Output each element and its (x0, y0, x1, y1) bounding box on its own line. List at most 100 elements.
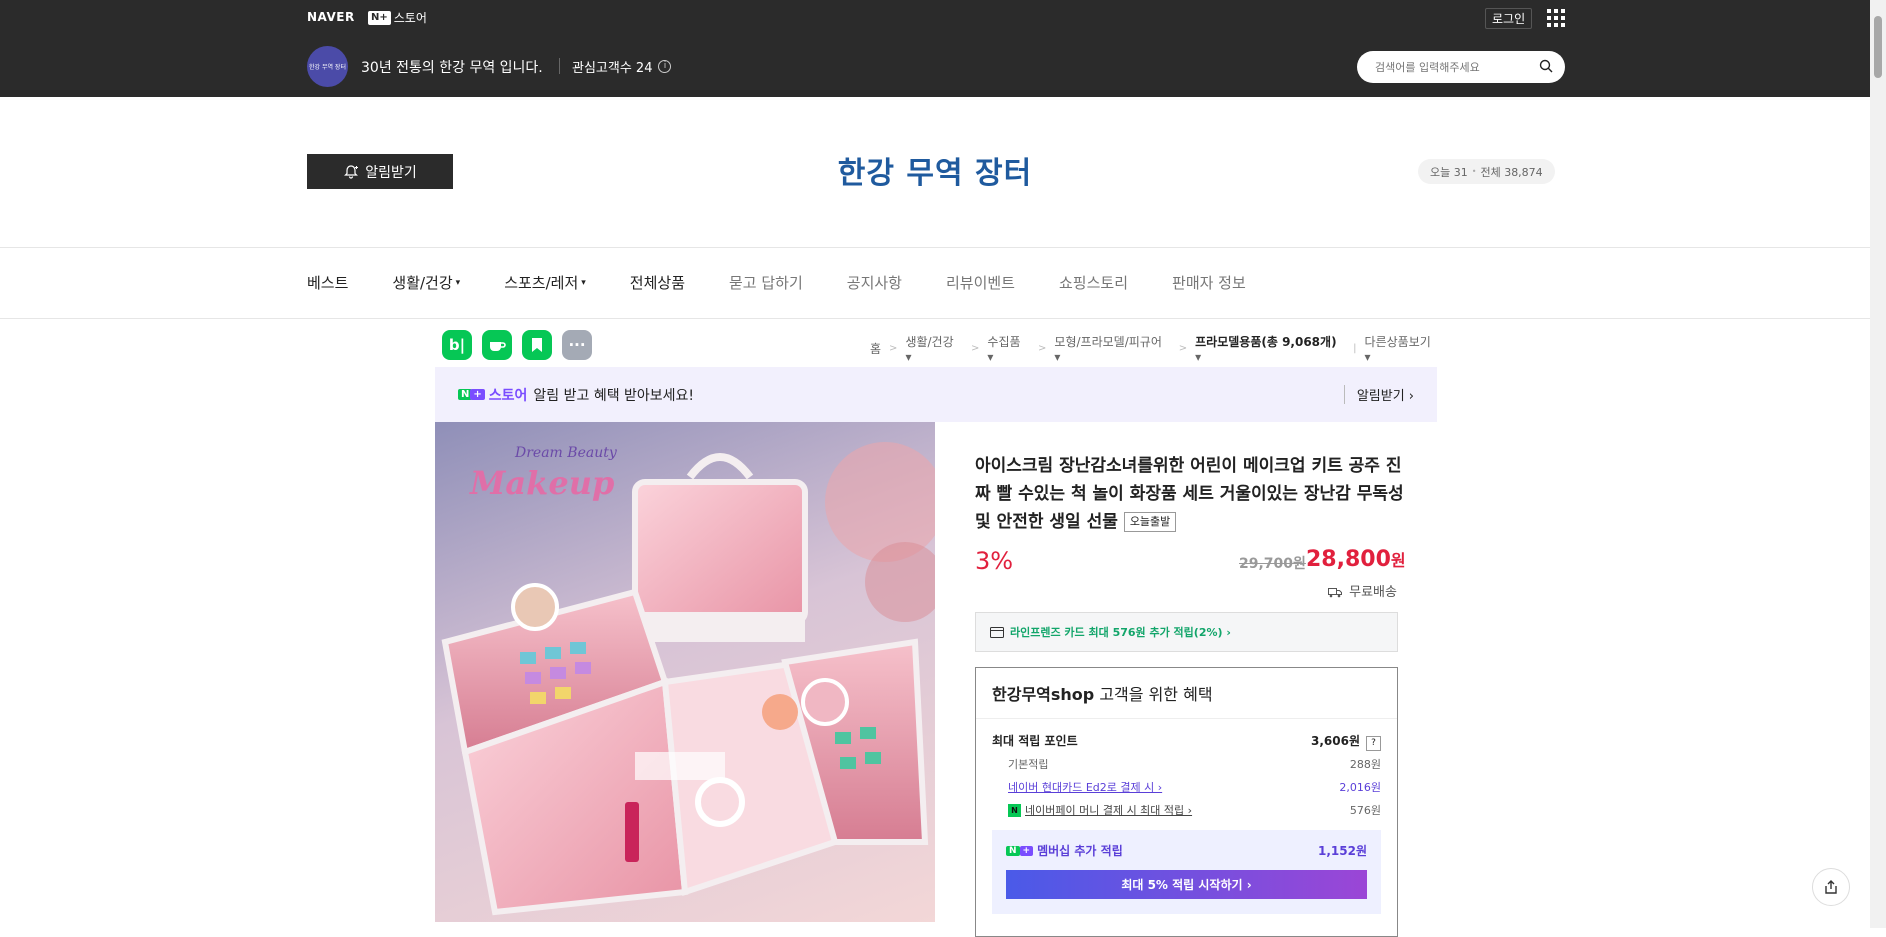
nav-item-sports-leisure[interactable]: 스포츠/레저 ▾ (504, 272, 586, 293)
store-name[interactable]: 30년 전통의 한강 무역 입니다. (361, 57, 543, 77)
breadcrumb-home[interactable]: 홈 (870, 340, 881, 357)
store-logo[interactable]: 한강 무역 장터 (0, 148, 1870, 192)
max-points-label: 최대 적립 포인트 (992, 734, 1078, 748)
hyundai-card-link[interactable]: 네이버 현대카드 Ed2로 결제 시 › (1008, 779, 1162, 795)
benefit-title: 한강무역shop 고객을 위한 혜택 (976, 668, 1397, 719)
notify-banner: N + 스토어 알림 받고 혜택 받아보세요! 알림받기 › (435, 367, 1437, 422)
basic-points-value: 288원 (1349, 758, 1381, 771)
breadcrumb-models[interactable]: 모형/프라모델/피규어 ▾ (1054, 333, 1170, 364)
nav-label: 리뷰이벤트 (945, 274, 1015, 292)
benefit-title-suffix: 고객을 위한 혜택 (1094, 685, 1213, 704)
visits-total: 전체 38,874 (1480, 165, 1543, 179)
chevron-down-icon: ▾ (581, 277, 586, 288)
discount-rate: 3% (975, 547, 1014, 575)
bookmark-share-icon[interactable] (522, 330, 552, 360)
search-input[interactable] (1375, 60, 1525, 74)
nav-label: 생활/건강 (392, 274, 453, 292)
chevron-right-icon: > (889, 343, 898, 354)
store-label: 스토어 (393, 11, 427, 25)
original-price: 29,700원 (1239, 556, 1306, 572)
blog-share-icon[interactable]: b| (442, 330, 472, 360)
npay-link-wrap: N 네이버페이 머니 결제 시 최대 적립 › (1008, 802, 1192, 818)
interest-customers: 관심고객수 24 i (572, 57, 672, 76)
chevron-right-icon: > (1038, 343, 1047, 354)
breadcrumb-label: 생활/건강 (905, 335, 954, 349)
banner-text: 알림 받고 혜택 받아보세요! (533, 387, 695, 404)
basic-points-row: 기본적립 288원 (992, 756, 1381, 772)
other-products-dropdown[interactable]: 다른상품보기 ▾ (1365, 333, 1440, 364)
nav-label: 판매자 정보 (1172, 274, 1246, 292)
shipping-label: 무료배송 (1349, 585, 1397, 600)
nav-item-qna[interactable]: 묻고 답하기 (729, 272, 803, 293)
credit-card-icon (990, 626, 1004, 638)
nav-item-seller-info[interactable]: 판매자 정보 (1172, 272, 1246, 293)
login-button[interactable]: 로그인 (1485, 8, 1533, 29)
product-title: 아이스크림 장난감소녀를위한 어린이 메이크업 키트 공주 진짜 빨 수있는 척… (975, 452, 1405, 536)
nav-label: 베스트 (307, 274, 349, 292)
divider (0, 247, 1870, 248)
pay-points-value: 576원 (1349, 804, 1381, 817)
breadcrumb-label: 수집품 (987, 335, 1021, 349)
plus-badge: + (1019, 845, 1034, 856)
breadcrumb-living-health[interactable]: 생활/건강 ▾ (905, 333, 963, 364)
nav-label: 묻고 답하기 (729, 274, 803, 292)
share-button[interactable] (1812, 868, 1850, 906)
search-icon[interactable] (1539, 59, 1553, 73)
naver-n-badge: N (1006, 845, 1020, 856)
divider (0, 318, 1870, 319)
nav-label: 전체상품 (629, 274, 685, 292)
product-image[interactable]: Dream Beauty Makeup (435, 422, 935, 922)
scrollbar-thumb[interactable] (1874, 16, 1882, 78)
image-script: Makeup (469, 464, 614, 502)
category-nav: 베스트 생활/건강 ▾ 스포츠/레저 ▾ 전체상품 묻고 답하기 공지사항 리뷰이벤… (307, 272, 1290, 293)
breadcrumb-collectibles[interactable]: 수집품 ▾ (987, 333, 1030, 364)
other-products-label: 다른상품보기 (1364, 335, 1431, 349)
share-icon (1825, 880, 1837, 894)
membership-value: 1,152원 (1318, 844, 1367, 858)
membership-label: 멤버십 추가 적립 (1037, 844, 1123, 858)
info-icon[interactable]: i (658, 60, 672, 73)
membership-start-button[interactable]: 최대 5% 적립 시작하기 › (1006, 870, 1367, 899)
shipping-info: 무료배송 (1328, 581, 1397, 600)
more-share-icon[interactable]: ··· (562, 330, 592, 360)
cafe-share-icon[interactable] (482, 330, 512, 360)
card-benefit-text: 라인프렌즈 카드 최대 576원 추가 적립(2%) › (1010, 626, 1231, 639)
store-avatar[interactable]: 한강 무역 장터 (307, 46, 348, 87)
benefit-panel: 한강무역shop 고객을 위한 혜택 최대 적립 포인트 3,606원? 기본적… (975, 667, 1398, 937)
nav-item-living-health[interactable]: 생활/건강 ▾ (392, 272, 460, 293)
nplus-badge: N+ (368, 10, 391, 25)
divider (559, 58, 560, 74)
scrollbar[interactable] (1870, 0, 1886, 928)
membership-box: N + 멤버십 추가 적립 1,152원 최대 5% 적립 시작하기 › (992, 830, 1381, 914)
breadcrumb-current[interactable]: 프라모델용품(총 9,068개) ▾ (1195, 333, 1345, 364)
visits-today: 오늘 31 (1430, 165, 1468, 179)
banner-store-label: 스토어 (488, 387, 528, 404)
membership-label-wrap: N + 멤버십 추가 적립 (1006, 842, 1123, 859)
nav-item-all-products[interactable]: 전체상품 (630, 272, 685, 293)
banner-alarm-link[interactable]: 알림받기 › (1343, 385, 1414, 404)
npay-money-link[interactable]: 네이버페이 머니 결제 시 최대 적립 › (1025, 802, 1192, 818)
nav-item-shopping-story[interactable]: 쇼핑스토리 (1059, 272, 1128, 293)
chevron-right-icon: > (1178, 343, 1188, 354)
apps-grid-icon[interactable] (1547, 9, 1565, 27)
search-box[interactable] (1357, 51, 1565, 83)
nav-item-best[interactable]: 베스트 (307, 272, 348, 293)
visit-counter: 오늘 31 • 전체 38,874 (1418, 159, 1555, 184)
image-title: Dream Beauty (514, 445, 618, 461)
sale-price-value: 28,800 (1306, 547, 1391, 572)
top-header: NAVER N+ 스토어 로그인 한강 무역 장터 30년 전통의 한강 무역 … (0, 0, 1870, 97)
pay-points-row: N 네이버페이 머니 결제 시 최대 적립 › 576원 (992, 802, 1381, 818)
chevron-right-icon: > (971, 343, 980, 354)
nav-item-notice[interactable]: 공지사항 (847, 272, 902, 293)
nav-item-review-event[interactable]: 리뷰이벤트 (946, 272, 1015, 293)
naver-logo[interactable]: NAVER (307, 10, 355, 24)
breadcrumb: 홈 > 생활/건강 ▾ > 수집품 ▾ > 모형/프라모델/피규어 ▾ > 프라… (870, 333, 1440, 364)
nav-label: 쇼핑스토리 (1059, 274, 1129, 292)
help-icon[interactable]: ? (1366, 736, 1381, 751)
product-illustration: Dream Beauty Makeup (441, 442, 935, 916)
truck-icon (1328, 588, 1342, 598)
nplus-store-logo[interactable]: N+ 스토어 (368, 9, 427, 26)
npay-icon: N (1008, 803, 1021, 817)
max-points-value-wrap: 3,606원? (1311, 732, 1381, 751)
card-benefit[interactable]: 라인프렌즈 카드 최대 576원 추가 적립(2%) › (975, 612, 1398, 652)
